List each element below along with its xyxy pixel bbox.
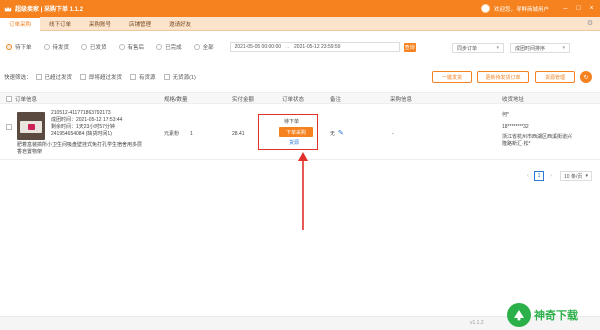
tab-store-management[interactable]: 店铺管理 — [120, 17, 160, 31]
receiver-phone: 18********32 — [502, 124, 529, 130]
tab-order-purchase[interactable]: 订单采购 — [0, 16, 41, 31]
purchase-info: - — [392, 131, 394, 137]
edit-icon[interactable]: ✎ — [338, 130, 346, 138]
date-end: 2021-05-12 23:59:59 — [294, 44, 341, 50]
watermark: 神奇下载 — [507, 302, 597, 328]
tab-purchase-accounts[interactable]: 采购账号 — [80, 17, 120, 31]
product-title: 肥着盒装搞所小卫生间吸盘壁挂式免打孔学生宿舍用多层 — [17, 142, 143, 148]
minimize-icon[interactable]: – — [561, 4, 570, 13]
page-size-select[interactable]: 10 条/页 ▾ — [560, 171, 592, 181]
crown-logo-icon — [4, 6, 12, 11]
version-label: v1.1.2 — [470, 320, 484, 326]
tab-offline-orders[interactable]: 线下订单 — [40, 17, 80, 31]
order-code: 241954654084 (缺货时间1) — [51, 131, 112, 137]
page-prev-icon[interactable]: ‹ — [524, 171, 532, 181]
chevron-down-icon: ▾ — [496, 45, 499, 51]
user-greeting: 欢迎您，寻鲜商城用户 — [493, 6, 549, 13]
order-number: 210512-411771863792173 — [51, 110, 111, 116]
radio-pending-ship[interactable]: 待发货 — [43, 43, 69, 51]
spec-value: 元素粉 — [164, 131, 180, 137]
row-checkbox[interactable] — [6, 124, 12, 130]
red-arrow-annotation — [298, 152, 308, 230]
radio-all[interactable]: 全部 — [193, 43, 214, 51]
receiver-address: 浙江省杭州市西湖区西溪街道兴 — [502, 134, 573, 140]
sync-order-select[interactable]: 同步订单 ▾ — [452, 43, 504, 53]
quick-filter-label: 快速筛选： — [4, 75, 32, 81]
date-separator: → — [285, 44, 291, 50]
radio-shipped[interactable]: 已发货 — [81, 43, 107, 51]
group-time: 成团时间：2021-05-12 17:53:44 — [51, 117, 123, 123]
product-thumbnail[interactable] — [17, 112, 45, 140]
watermark-text: 神奇下载 — [534, 309, 578, 322]
check-overdue-ship[interactable]: 已超过发货 — [35, 73, 72, 81]
page-next-icon[interactable]: › — [547, 171, 555, 181]
check-no-source[interactable]: 无货源(1) — [163, 73, 196, 81]
page-current[interactable]: 1 — [534, 171, 544, 181]
status-text: 待下单 — [284, 119, 300, 125]
date-start: 2021-05-05 00:00:00 — [234, 44, 282, 50]
check-has-source[interactable]: 有货源 — [130, 73, 156, 81]
source-management-button[interactable]: 货源管理 — [535, 71, 575, 83]
close-icon[interactable]: × — [587, 4, 596, 13]
table-header: 订单信息 规格/数量 实付金额 订单状态 备注 采购信息 收货地址 — [0, 92, 600, 104]
maximize-icon[interactable]: □ — [574, 4, 583, 13]
receiver-address-line2: 隆路新汇·松* — [502, 141, 531, 147]
quantity: 1 — [190, 131, 193, 137]
chevron-down-icon: ▾ — [585, 173, 588, 179]
one-click-ship-button[interactable]: 一键发货 — [432, 71, 472, 83]
gear-icon[interactable]: ⚙ — [586, 20, 594, 28]
check-near-overdue[interactable]: 即将超过发货 — [80, 73, 122, 81]
chevron-down-icon: ▾ — [562, 45, 565, 51]
search-button[interactable]: 查询 — [403, 42, 416, 52]
receiver-name: 何* — [502, 112, 509, 118]
radio-after-sale[interactable]: 有售后 — [118, 43, 144, 51]
date-range-picker[interactable]: 2021-05-05 00:00:00 → 2021-05-12 23:59:5… — [229, 42, 400, 52]
title-bar: 超级卖家 | 采购下单 1.1.2 欢迎您，寻鲜商城用户 – □ × — [0, 0, 600, 17]
radio-pending-order[interactable]: 待下单 — [6, 43, 32, 51]
source-link[interactable]: 货源 — [289, 140, 299, 147]
avatar[interactable] — [480, 4, 490, 13]
app-title: 超级卖家 | 采购下单 1.1.2 — [15, 7, 84, 13]
title-right: 欢迎您，寻鲜商城用户 – □ × — [480, 0, 596, 17]
refresh-icon[interactable]: ↻ — [580, 71, 592, 83]
time-sort-select[interactable]: 成团时间排序 ▾ — [510, 43, 570, 53]
watermark-logo-icon — [507, 303, 531, 327]
tab-invite-friends[interactable]: 邀请好友 — [160, 17, 200, 31]
remark: 无 — [330, 131, 336, 137]
ship-deadline: 剩余时间：1天23小时57分钟 — [51, 124, 115, 130]
place-purchase-button[interactable]: 下单采购 — [279, 127, 313, 137]
main-nav: 订单采购 线下订单 采购账号 店铺管理 邀请好友 ⚙ — [0, 16, 600, 31]
update-pending-orders-button[interactable]: 更新待发货订单 — [477, 71, 529, 83]
amount: 28.41 — [232, 131, 245, 137]
select-all-checkbox[interactable] — [6, 96, 12, 102]
radio-completed[interactable]: 已完成 — [156, 43, 182, 51]
product-title-line2: 香皂置物架 — [17, 149, 43, 155]
